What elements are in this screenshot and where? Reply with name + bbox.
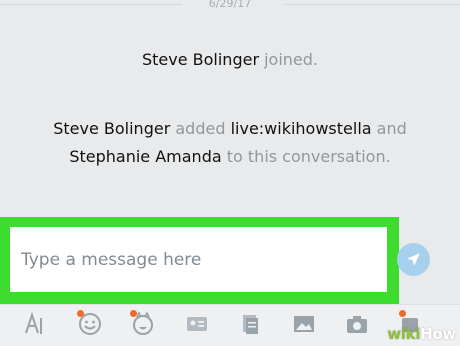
system-message-added: Steve Bolinger added live:wikihowstella … bbox=[0, 115, 460, 171]
text-format-icon[interactable] bbox=[22, 311, 46, 336]
emoticon-icon[interactable] bbox=[77, 310, 102, 336]
compose-toolbar: wikiHow bbox=[0, 304, 460, 346]
event-verb: added bbox=[175, 119, 226, 138]
file-icon[interactable] bbox=[238, 312, 262, 336]
system-message-joined: Steve Bolinger joined. bbox=[0, 46, 460, 74]
contact-card-icon[interactable] bbox=[185, 312, 209, 336]
watermark-suffix: How bbox=[420, 325, 456, 343]
mojis-icon[interactable] bbox=[130, 310, 155, 336]
message-input[interactable] bbox=[10, 227, 387, 292]
camera-icon[interactable] bbox=[345, 312, 369, 336]
event-tail: to this conversation. bbox=[226, 147, 391, 166]
notification-dot bbox=[130, 310, 137, 317]
watermark-prefix: wiki bbox=[387, 325, 421, 343]
notification-dot bbox=[77, 310, 84, 317]
event-verb: joined. bbox=[264, 50, 319, 69]
date-label: 6/29/17 bbox=[208, 0, 252, 10]
composer-highlight bbox=[0, 217, 399, 304]
added-username[interactable]: live:wikihowstella bbox=[231, 119, 372, 138]
date-line-right bbox=[285, 4, 460, 5]
wikihow-watermark: wikiHow bbox=[387, 325, 456, 343]
date-separator: 6/29/17 bbox=[0, 0, 460, 14]
event-conjunction: and bbox=[376, 119, 407, 138]
actor-name[interactable]: Steve Bolinger bbox=[53, 119, 170, 138]
added-name[interactable]: Stephanie Amanda bbox=[69, 147, 221, 166]
send-button[interactable] bbox=[397, 243, 430, 276]
system-message-line-2: Stephanie Amanda to this conversation. bbox=[0, 143, 460, 171]
send-icon bbox=[407, 253, 420, 266]
system-message-line-1: Steve Bolinger added live:wikihowstella … bbox=[0, 115, 460, 143]
notification-dot bbox=[399, 310, 406, 317]
photo-icon[interactable] bbox=[292, 312, 316, 336]
actor-name[interactable]: Steve Bolinger bbox=[142, 50, 259, 69]
